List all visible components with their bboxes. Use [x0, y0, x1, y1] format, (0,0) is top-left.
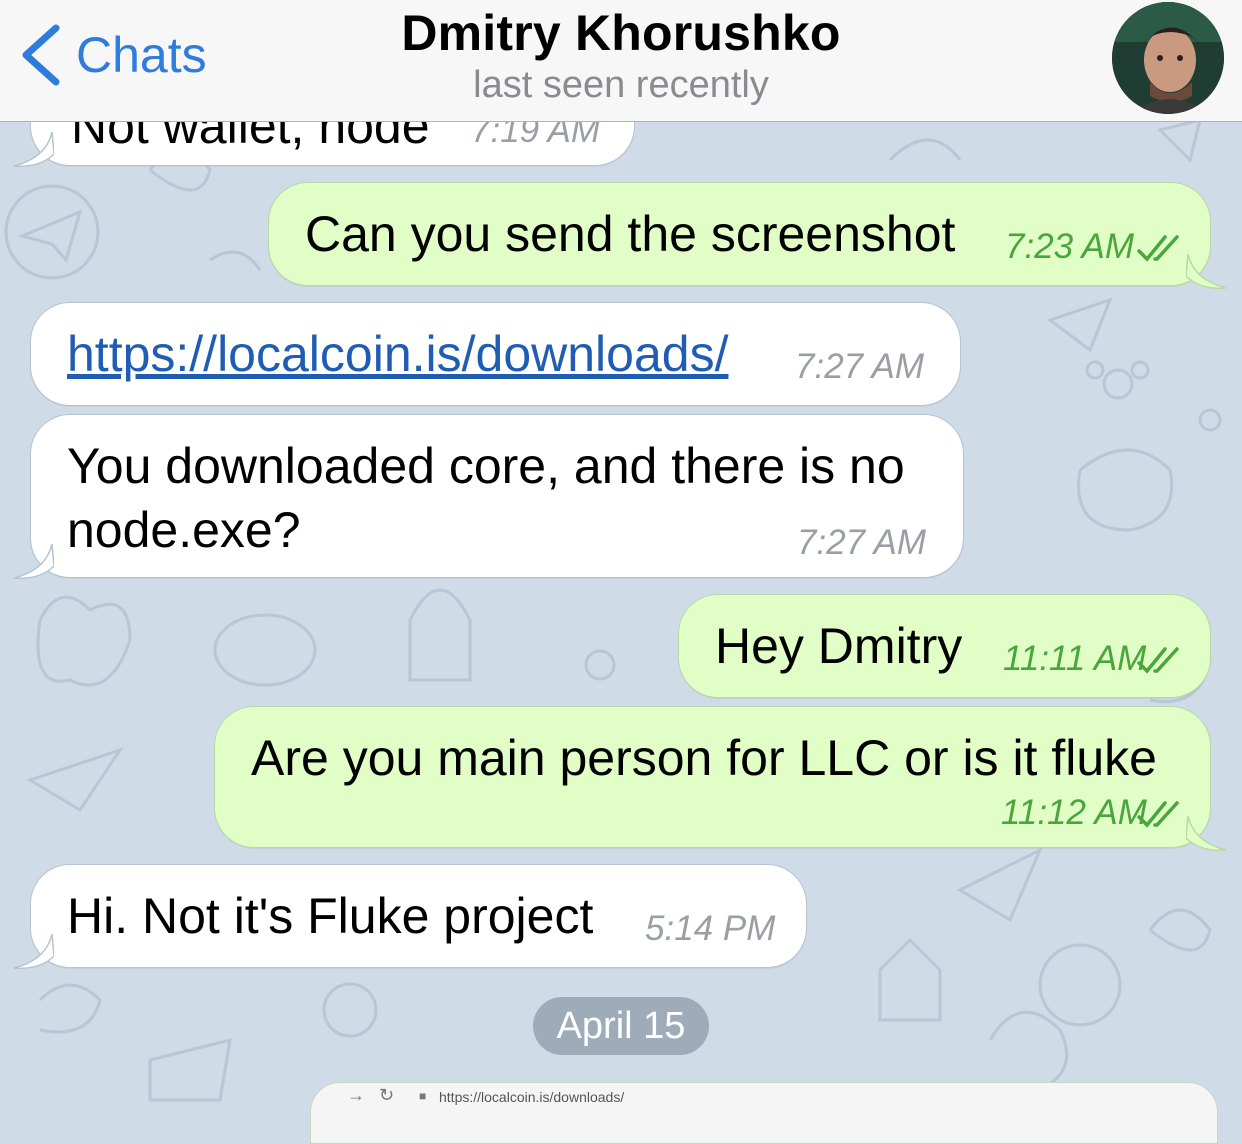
date-separator: April 15	[533, 997, 709, 1055]
message-bubble[interactable]: Hi. Not it's Fluke project 5:14 PM	[30, 864, 807, 968]
double-check-icon	[1137, 647, 1179, 674]
message-bubble[interactable]: Are you main person for LLC or is it flu…	[214, 706, 1211, 848]
bubble-tail	[13, 544, 54, 579]
message-time: 7:23 AM	[1005, 227, 1135, 266]
bubble-tail	[13, 132, 54, 167]
double-check-icon	[1137, 235, 1179, 262]
bubble-tail	[13, 934, 54, 969]
message-text: Can you send the screenshot	[305, 206, 956, 262]
lock-icon: ■	[419, 1089, 427, 1103]
preview-url: https://localcoin.is/downloads/	[439, 1089, 625, 1105]
message-bubble[interactable]: https://localcoin.is/downloads/ 7:27 AM	[30, 302, 961, 406]
message-bubble[interactable]: Hey Dmitry 11:11 AM	[678, 594, 1211, 698]
bubble-tail	[1186, 816, 1227, 851]
screenshot-attachment[interactable]: → ↻ ■ https://localcoin.is/downloads/	[310, 1082, 1218, 1144]
forward-arrow-icon: →	[347, 1085, 365, 1105]
message-time: 7:27 AM	[795, 347, 925, 386]
reload-icon: ↻	[379, 1085, 395, 1105]
contact-name[interactable]: Dmitry Khorushko	[0, 4, 1242, 62]
chat-header: Chats Dmitry Khorushko last seen recentl…	[0, 0, 1242, 122]
contact-status: last seen recently	[473, 64, 769, 106]
message-bubble[interactable]: You downloaded core, and there is no nod…	[30, 414, 964, 578]
contact-avatar[interactable]	[1112, 2, 1224, 114]
double-check-icon	[1137, 801, 1179, 828]
message-time: 7:27 AM	[797, 523, 927, 562]
message-time: 5:14 PM	[645, 909, 776, 948]
message-time: 11:12 AM	[1001, 793, 1147, 832]
message-text-line-2: node.exe?	[67, 502, 301, 558]
message-text: Are you main person for LLC or is it flu…	[251, 730, 1157, 786]
message-link[interactable]: https://localcoin.is/downloads/	[67, 325, 728, 383]
message-time: 11:11 AM	[1003, 639, 1147, 678]
message-text-line-1: You downloaded core, and there is no	[67, 438, 905, 494]
message-bubble[interactable]: Can you send the screenshot 7:23 AM	[268, 182, 1211, 286]
message-text: Hi. Not it's Fluke project	[67, 888, 594, 944]
bubble-tail	[1186, 254, 1227, 289]
message-text: Hey Dmitry	[715, 618, 963, 674]
avatar-image	[1112, 2, 1224, 114]
